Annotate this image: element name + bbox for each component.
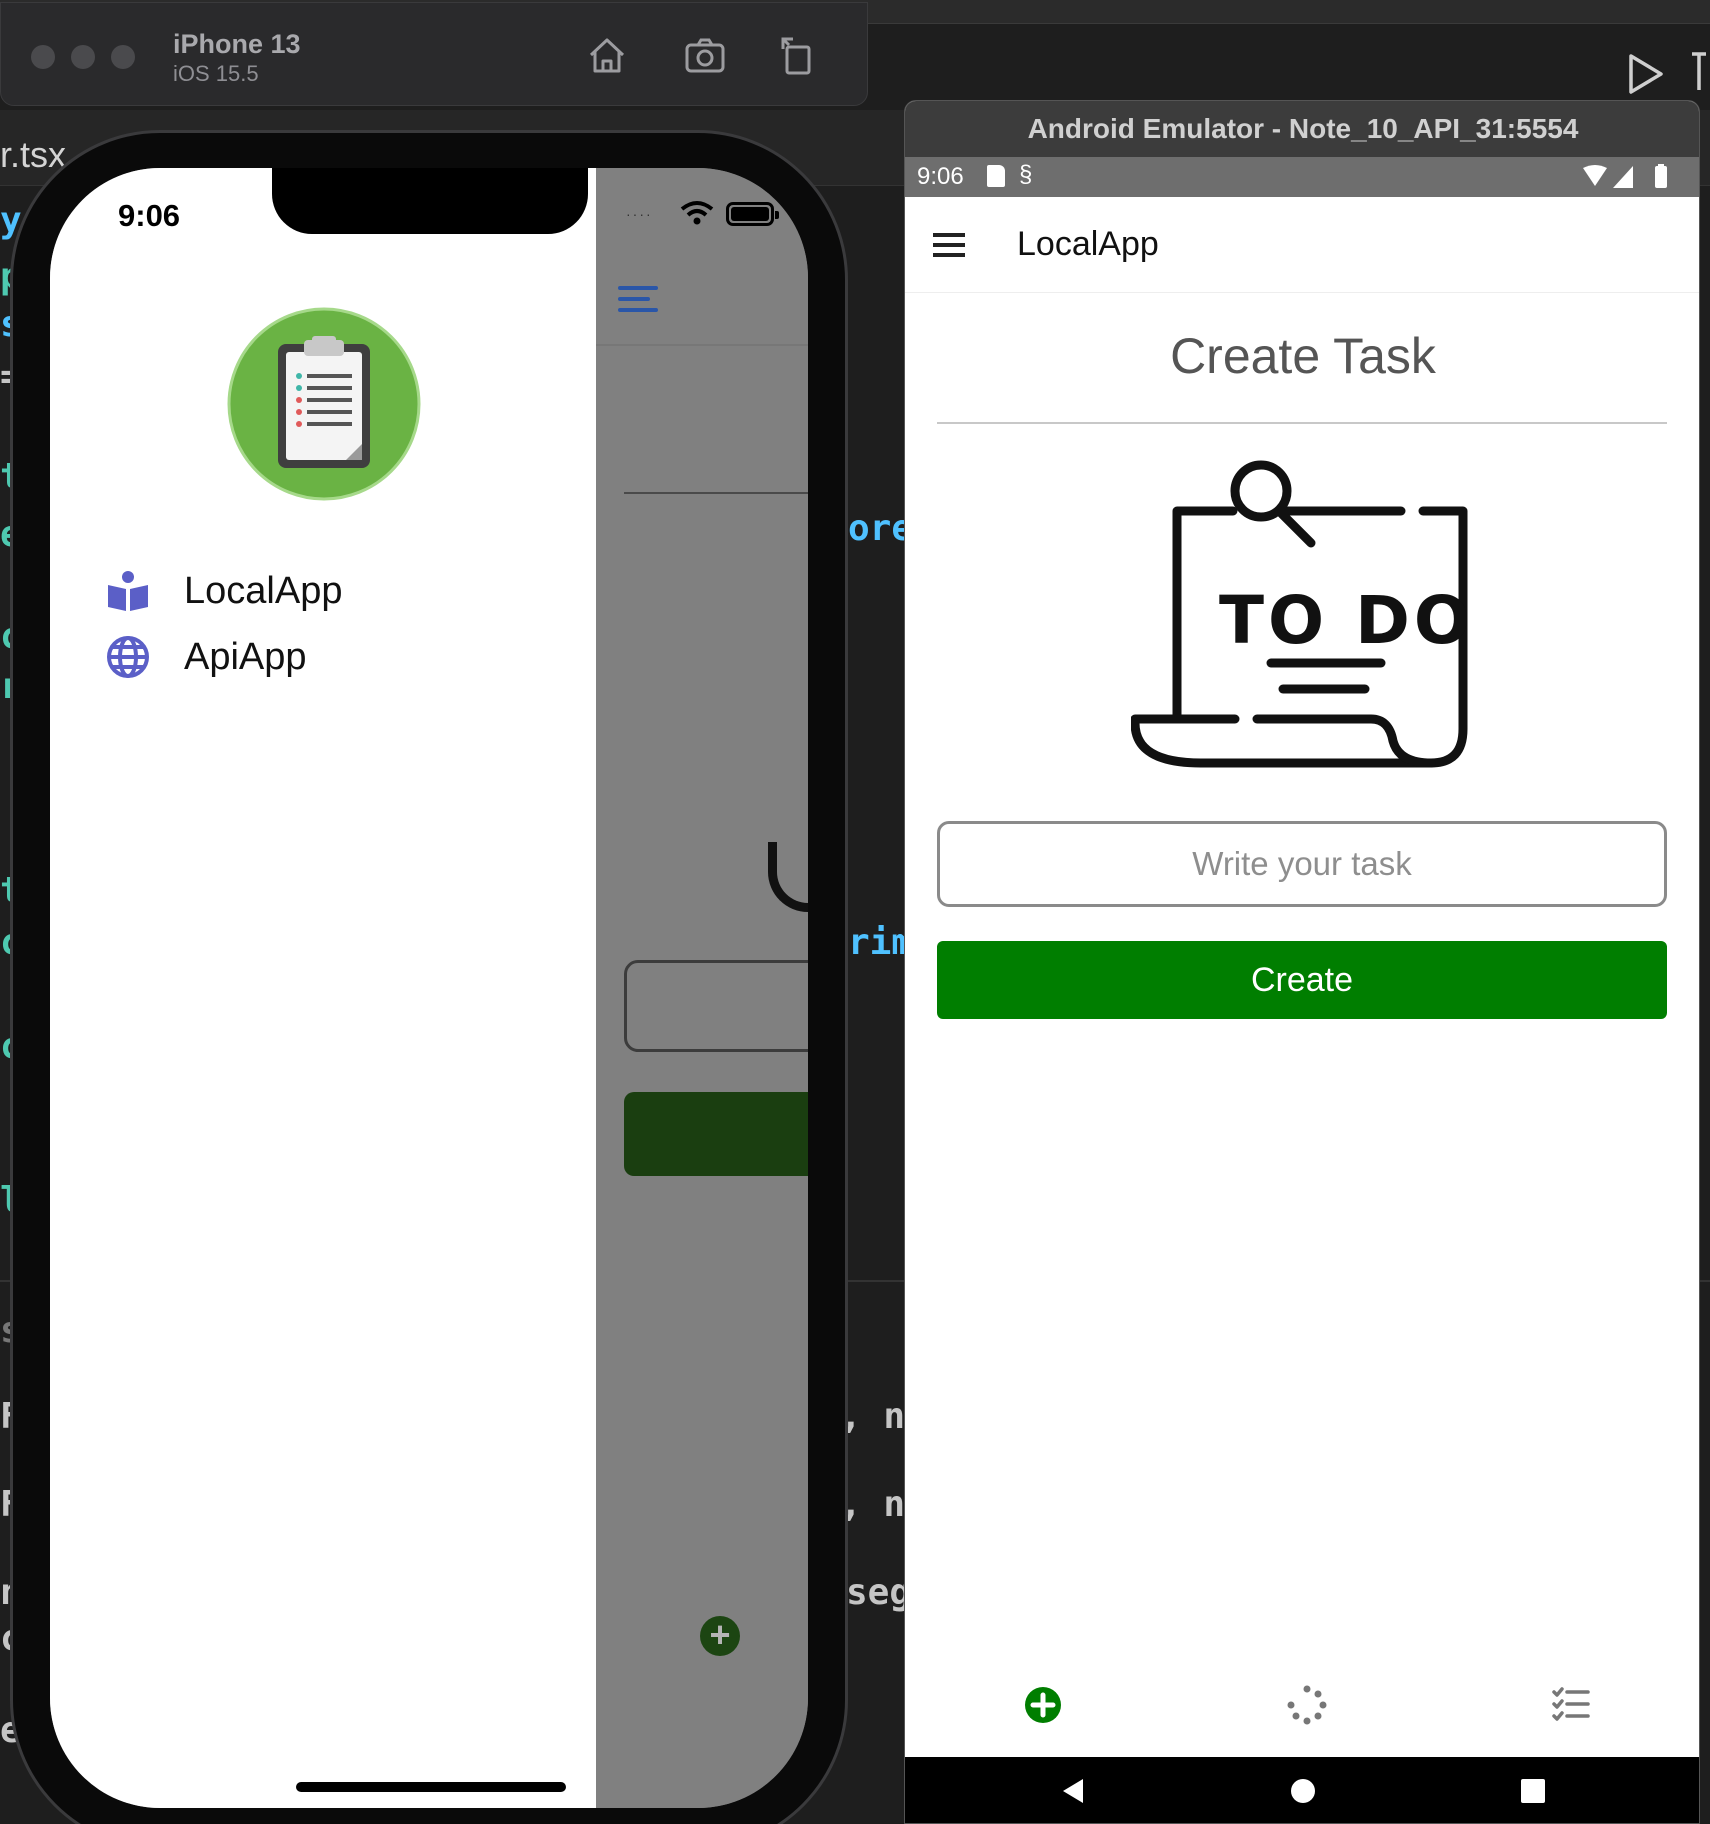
ios-simulator-toolbar: iPhone 13 iOS 15.5 xyxy=(0,2,868,106)
android-status-time: 9:06 xyxy=(917,163,964,190)
menu-icon[interactable] xyxy=(618,286,658,316)
simulator-device-name: iPhone 13 xyxy=(173,29,301,59)
task-input[interactable] xyxy=(937,821,1667,907)
rotate-icon[interactable] xyxy=(775,33,819,77)
page-title: Create Task xyxy=(1170,328,1436,384)
signal-battery-icons xyxy=(1581,164,1677,190)
todo-illustration: TO DO xyxy=(1130,459,1477,779)
wifi-icon xyxy=(680,200,714,226)
run-play-icon[interactable] xyxy=(1625,52,1665,96)
sync-icon: § xyxy=(1019,161,1033,188)
drawer-item-apiapp[interactable]: ApiApp xyxy=(106,630,526,684)
code-fragment: , n xyxy=(840,1396,906,1437)
window-close-button[interactable] xyxy=(31,45,55,69)
illustration-text: TO DO xyxy=(1219,582,1474,659)
window-minimize-button[interactable] xyxy=(71,45,95,69)
overview-icon[interactable] xyxy=(1519,1777,1547,1805)
create-button[interactable]: Create xyxy=(937,941,1667,1019)
drawer-item-label: ApiApp xyxy=(184,635,307,678)
back-icon[interactable] xyxy=(1059,1777,1087,1805)
home-icon[interactable] xyxy=(585,33,629,77)
android-app-screen: LocalApp Create Task TO DO Create xyxy=(905,197,1699,1757)
menu-icon[interactable] xyxy=(933,233,965,257)
iphone-notch xyxy=(272,168,588,234)
navigation-drawer: 9:06 LocalApp ApiApp xyxy=(50,168,596,1808)
sd-card-icon xyxy=(987,165,1005,187)
task-input-dimmed[interactable] xyxy=(624,960,808,1052)
add-circle-icon[interactable]: + xyxy=(700,1616,740,1656)
home-icon[interactable] xyxy=(1289,1777,1317,1805)
screenshot-icon[interactable] xyxy=(683,33,727,77)
app-bar: LocalApp xyxy=(905,197,1699,293)
android-emulator-window: Android Emulator - Note_10_API_31:5554 9… xyxy=(904,100,1700,1824)
code-fragment: seg xyxy=(846,1572,912,1613)
iphone-screen: ···· + 9:06 LocalApp ApiApp xyxy=(50,168,808,1808)
home-indicator[interactable] xyxy=(296,1782,566,1792)
globe-icon xyxy=(106,635,150,679)
toolbar-edge-icon[interactable] xyxy=(1688,50,1710,94)
checklist-icon[interactable] xyxy=(1551,1685,1591,1725)
battery-icon xyxy=(726,202,779,226)
heading-divider xyxy=(624,492,808,494)
heading-divider xyxy=(937,422,1667,424)
app-bar-title: LocalApp xyxy=(1017,225,1159,263)
header-divider xyxy=(595,344,808,346)
ios-status-time: 9:06 xyxy=(118,198,181,233)
clipboard-logo-icon xyxy=(226,306,422,502)
illustration-fragment xyxy=(768,842,808,912)
android-status-bar: 9:06 § xyxy=(905,157,1699,197)
window-zoom-button[interactable] xyxy=(111,45,135,69)
code-fragment: , n xyxy=(840,1484,906,1525)
add-circle-icon[interactable] xyxy=(1023,1685,1063,1725)
emulator-title: Android Emulator - Note_10_API_31:5554 xyxy=(905,101,1699,157)
drawer-item-label: LocalApp xyxy=(184,569,343,612)
ios-signal-dots: ···· xyxy=(626,206,653,222)
reader-icon xyxy=(106,569,150,613)
loading-icon[interactable] xyxy=(1287,1685,1327,1725)
android-navigation-bar xyxy=(905,1757,1699,1823)
simulator-os-version: iOS 15.5 xyxy=(173,61,259,86)
create-button-dimmed[interactable] xyxy=(624,1092,808,1176)
drawer-item-localapp[interactable]: LocalApp xyxy=(106,564,526,618)
bottom-tab-bar xyxy=(905,1657,1699,1757)
